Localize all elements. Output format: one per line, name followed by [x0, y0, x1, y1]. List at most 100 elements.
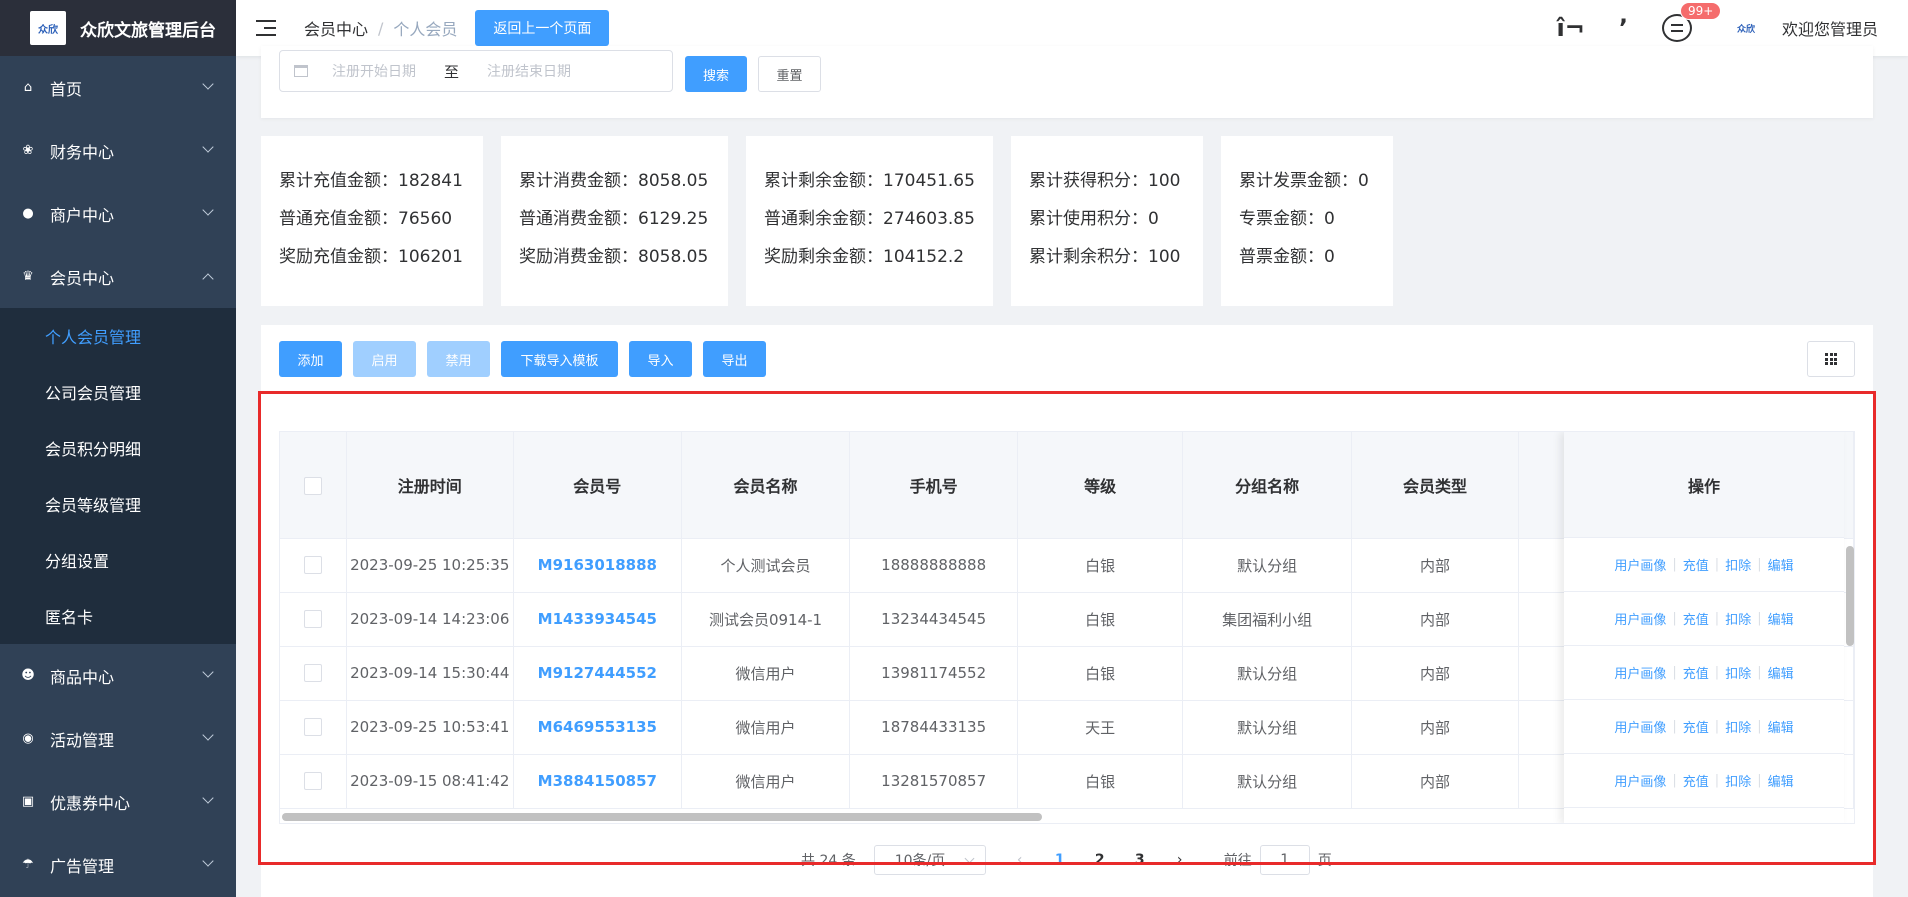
horizontal-scrollbar[interactable] — [282, 813, 1042, 821]
op-separator: | — [1714, 773, 1720, 788]
stat-card-recharge: 累计充值金额：182841 普通充值金额：76560 奖励充值金额：106201 — [261, 136, 483, 306]
page-3[interactable]: 3 — [1120, 852, 1160, 868]
date-range-picker[interactable]: 注册开始日期 至 注册结束日期 — [279, 50, 673, 92]
row-select[interactable] — [280, 646, 347, 701]
stat-bonus-consume: 奖励消费金额：8058.05 — [519, 247, 709, 267]
cell-member-no[interactable]: M6469553135 — [513, 700, 682, 755]
avatar[interactable]: 众欣 — [1726, 18, 1766, 38]
page-size-select[interactable]: 10条/页 — [873, 845, 986, 875]
hamburger-icon[interactable] — [256, 20, 276, 36]
select-all-checkbox[interactable] — [303, 476, 322, 495]
edit-link[interactable]: 编辑 — [1768, 609, 1794, 628]
deduct-link[interactable]: 扣除 — [1725, 771, 1751, 790]
stat-total-balance: 累计剩余金额：170451.65 — [764, 171, 975, 191]
import-button[interactable]: 导入 — [629, 341, 692, 377]
welcome-text[interactable]: 欢迎您管理员 — [1782, 16, 1878, 40]
vertical-scrollbar[interactable] — [1846, 546, 1854, 646]
menu-merchant[interactable]: ● 商户中心 — [0, 182, 236, 245]
cell-member-no[interactable]: M9127444552 — [513, 646, 682, 701]
row-select[interactable] — [280, 700, 347, 755]
edit-link[interactable]: 编辑 — [1768, 771, 1794, 790]
op-separator: | — [1714, 719, 1720, 734]
user-profile-link[interactable]: 用户画像 — [1614, 663, 1666, 682]
download-template-button[interactable]: 下载导入模板 — [501, 341, 618, 377]
stat-bonus-recharge: 奖励充值金额：106201 — [279, 247, 463, 267]
recharge-link[interactable]: 充值 — [1683, 771, 1709, 790]
menu-finance[interactable]: ❀ 财务中心 — [0, 119, 236, 182]
sidebar-item-anonymous-card[interactable]: 匿名卡 — [0, 588, 236, 644]
recharge-link[interactable]: 充值 — [1683, 609, 1709, 628]
deduct-link[interactable]: 扣除 — [1725, 609, 1751, 628]
recharge-link[interactable]: 充值 — [1683, 663, 1709, 682]
export-button[interactable]: 导出 — [703, 341, 766, 377]
recharge-link[interactable]: 充值 — [1683, 717, 1709, 736]
header-select-all[interactable] — [280, 432, 347, 539]
sidebar-item-personal-member[interactable]: 个人会员管理 — [0, 308, 236, 364]
menu-home[interactable]: ⌂ 首页 — [0, 56, 236, 119]
row-checkbox[interactable] — [303, 610, 322, 629]
disable-button[interactable]: 禁用 — [427, 341, 490, 377]
prev-page-icon[interactable]: ‹ — [1000, 852, 1040, 868]
cell-member-no[interactable]: M1433934545 — [513, 592, 682, 647]
cell-member-name: 测试会员0914-1 — [681, 592, 851, 647]
stat-total-consume: 累计消费金额：8058.05 — [519, 171, 709, 191]
fullscreen-icon[interactable]: î¬ — [1557, 14, 1585, 42]
breadcrumb-item-member-center[interactable]: 会员中心 — [304, 16, 368, 40]
row-select[interactable] — [280, 754, 347, 809]
stat-total-recharge: 累计充值金额：182841 — [279, 171, 463, 191]
search-button[interactable]: 搜索 — [685, 56, 747, 92]
stat-card-invoice: 累计发票金额：0 专票金额：0 普票金额：0 — [1221, 136, 1393, 306]
deduct-link[interactable]: 扣除 — [1725, 555, 1751, 574]
page-2[interactable]: 2 — [1080, 852, 1120, 868]
cell-member-no[interactable]: M3884150857 — [513, 754, 682, 809]
cell-level: 白银 — [1017, 592, 1184, 647]
logo: 众欣 — [30, 11, 66, 45]
message-button[interactable]: 99+ — [1661, 2, 1722, 42]
cell-level: 白银 — [1017, 754, 1184, 809]
sidebar-item-level-management[interactable]: 会员等级管理 — [0, 476, 236, 532]
next-page-icon[interactable]: › — [1160, 852, 1200, 868]
deduct-link[interactable]: 扣除 — [1725, 663, 1751, 682]
user-profile-link[interactable]: 用户画像 — [1614, 555, 1666, 574]
edit-link[interactable]: 编辑 — [1768, 555, 1794, 574]
reset-button[interactable]: 重置 — [758, 56, 821, 92]
pin-icon[interactable]: ʼ — [1619, 14, 1628, 42]
user-profile-link[interactable]: 用户画像 — [1614, 717, 1666, 736]
row-select[interactable] — [280, 592, 347, 647]
end-date-input[interactable]: 注册结束日期 — [487, 61, 571, 81]
user-profile-link[interactable]: 用户画像 — [1614, 771, 1666, 790]
user-profile-link[interactable]: 用户画像 — [1614, 609, 1666, 628]
menu-ad[interactable]: ☂ 广告管理 — [0, 833, 236, 896]
op-separator: | — [1714, 665, 1720, 680]
row-checkbox[interactable] — [303, 718, 322, 737]
column-settings-button[interactable] — [1807, 341, 1855, 377]
row-checkbox[interactable] — [303, 772, 322, 791]
menu-member[interactable]: ♛ 会员中心 — [0, 245, 236, 308]
page-1[interactable]: 1 — [1040, 852, 1080, 868]
enable-button[interactable]: 启用 — [353, 341, 416, 377]
row-checkbox[interactable] — [303, 664, 322, 683]
header-member-type: 会员类型 — [1351, 432, 1519, 539]
deduct-link[interactable]: 扣除 — [1725, 717, 1751, 736]
edit-link[interactable]: 编辑 — [1768, 663, 1794, 682]
stat-bonus-balance: 奖励剩余金额：104152.2 — [764, 247, 965, 267]
cell-phone: 13281570857 — [849, 754, 1019, 809]
add-button[interactable]: 添加 — [279, 341, 342, 377]
edit-link[interactable]: 编辑 — [1768, 717, 1794, 736]
row-select[interactable] — [280, 538, 347, 593]
sidebar-item-company-member[interactable]: 公司会员管理 — [0, 364, 236, 420]
cell-register-time: 2023-09-15 08:41:42 — [346, 754, 514, 809]
menu-coupon[interactable]: ▣ 优惠券中心 — [0, 770, 236, 833]
menu-goods[interactable]: ☻ 商品中心 — [0, 644, 236, 707]
back-button[interactable]: 返回上一个页面 — [475, 10, 610, 46]
goto-page-input[interactable]: 1 — [1259, 845, 1310, 875]
sidebar-item-group-settings[interactable]: 分组设置 — [0, 532, 236, 588]
row-operations: 用户画像 | 充值 | 扣除 | 编辑 — [1564, 700, 1844, 754]
cell-member-no[interactable]: M9163018888 — [513, 538, 682, 593]
row-checkbox[interactable] — [303, 556, 322, 575]
recharge-link[interactable]: 充值 — [1683, 555, 1709, 574]
start-date-input[interactable]: 注册开始日期 — [332, 61, 416, 81]
menu-label: 商品中心 — [50, 667, 115, 687]
sidebar-item-points-detail[interactable]: 会员积分明细 — [0, 420, 236, 476]
menu-activity[interactable]: ◉ 活动管理 — [0, 707, 236, 770]
